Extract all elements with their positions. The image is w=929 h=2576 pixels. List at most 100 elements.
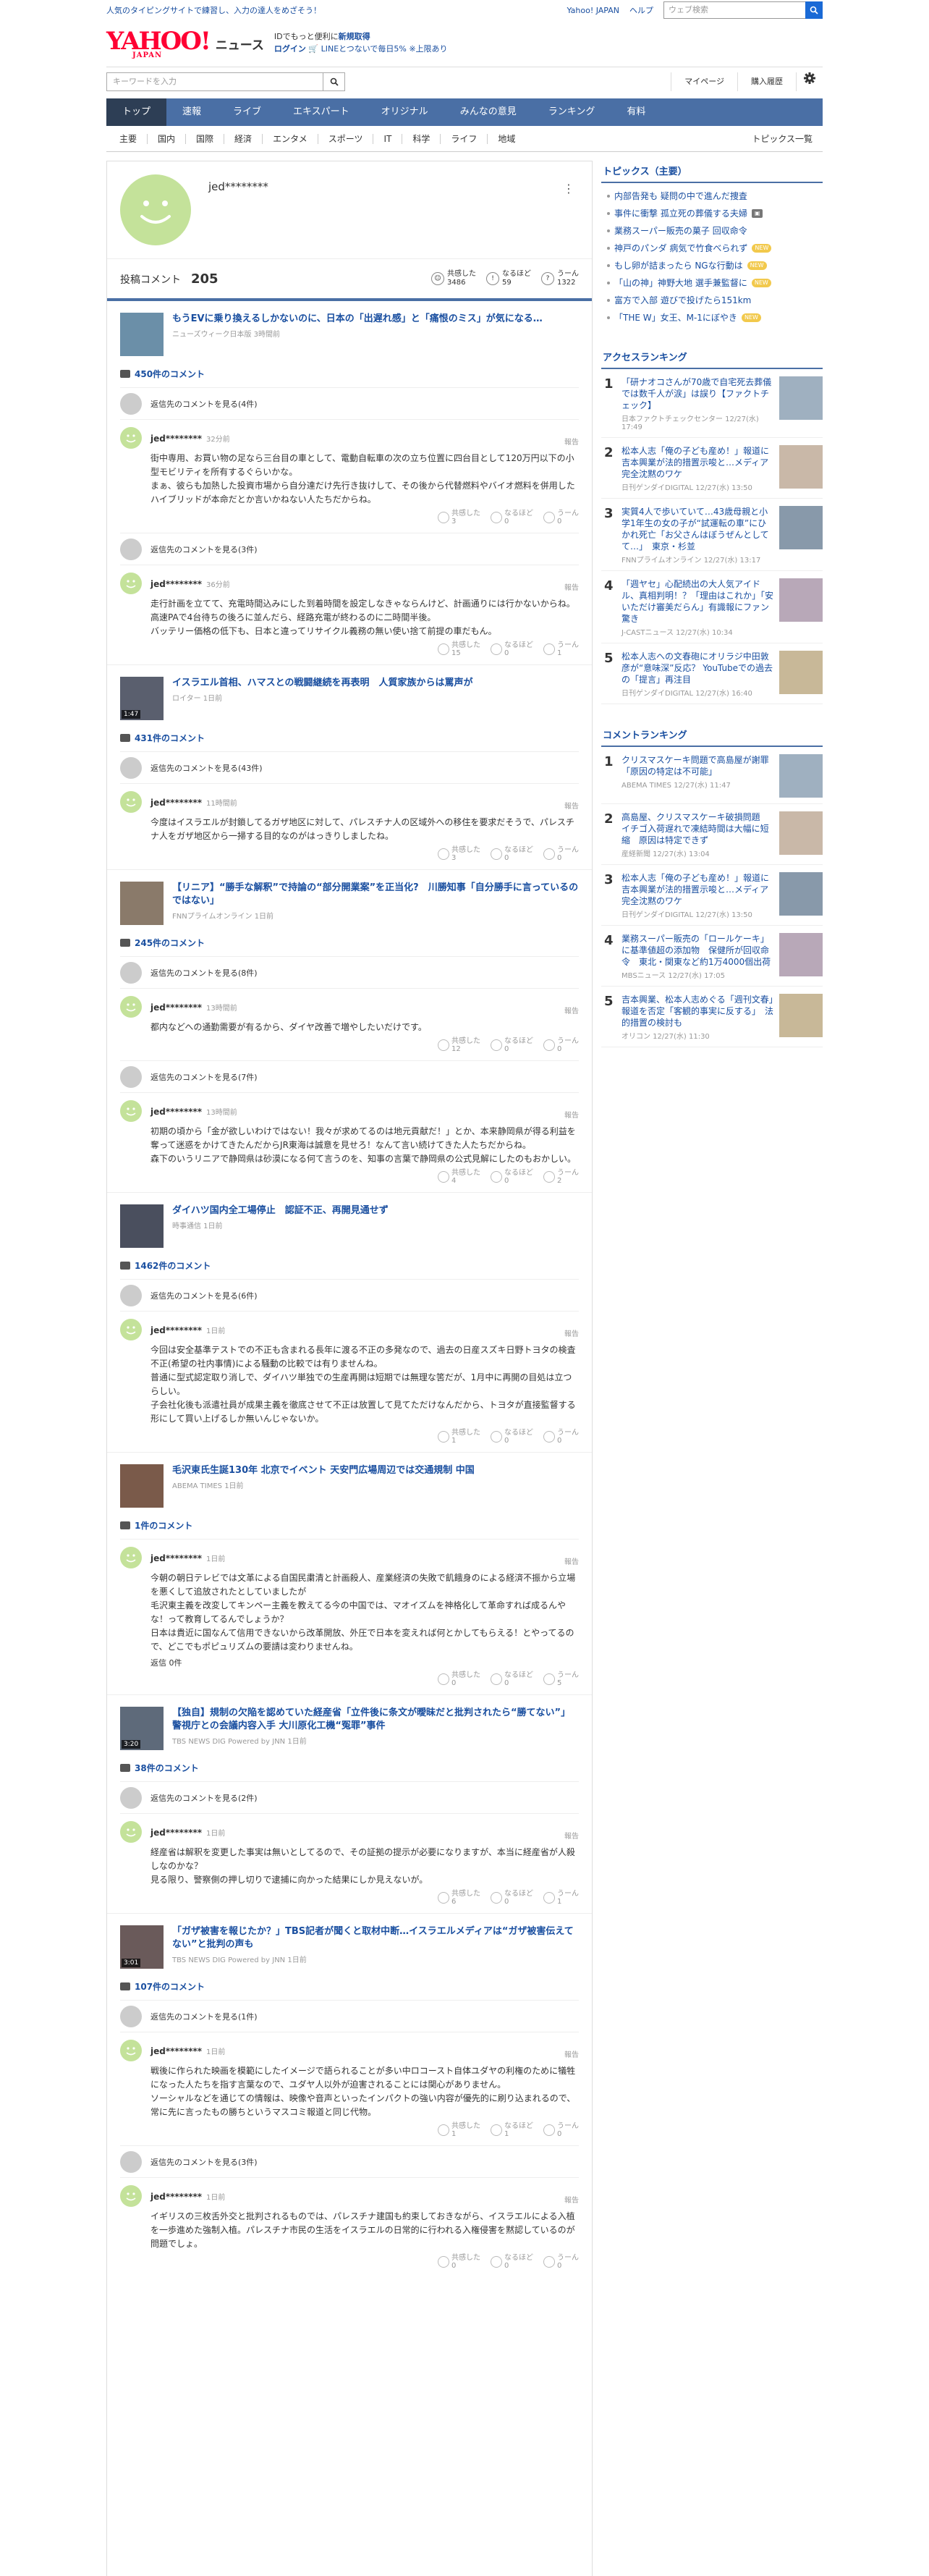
- cat-domestic[interactable]: 国内: [148, 133, 187, 144]
- rank-title[interactable]: 松本人志「俺の子ども産め！」報道に吉本興業が法的措置示唆と…メディア完全沈黙のワ…: [622, 872, 773, 907]
- comment-author[interactable]: jed********: [150, 2046, 202, 2056]
- report-link[interactable]: 報告: [564, 1005, 579, 1015]
- reaction-insight-button[interactable]: なるほど 1: [491, 2122, 533, 2138]
- reaction-hmm-button[interactable]: うーん 0: [543, 846, 579, 862]
- reaction-insight-button[interactable]: なるほど 0: [491, 641, 533, 657]
- reaction-empathy-button[interactable]: 共感した 15: [438, 641, 480, 657]
- article-thumbnail[interactable]: 1:47: [120, 677, 164, 720]
- comment-author[interactable]: jed********: [150, 434, 202, 444]
- report-link[interactable]: 報告: [564, 1555, 579, 1566]
- reaction-empathy-button[interactable]: 共感した 3: [438, 510, 480, 525]
- reply-parent-link[interactable]: 返信先のコメントを見る(3件): [120, 2145, 579, 2177]
- article-title[interactable]: 【リニア】“勝手な解釈”で持論の“部分開業案”を正当化? 川勝知事「自分勝手に言…: [172, 882, 579, 908]
- topic-item[interactable]: 神戸のパンダ 病気で竹食べられず NEW: [607, 240, 823, 257]
- comment-author[interactable]: jed********: [150, 579, 202, 589]
- settings-button[interactable]: [796, 72, 823, 91]
- cat-economy[interactable]: 経済: [224, 133, 263, 144]
- cat-entertainment[interactable]: エンタメ: [263, 133, 318, 144]
- reaction-hmm-button[interactable]: うーん 1: [543, 641, 579, 657]
- gnav-opinion[interactable]: みんなの意見: [444, 98, 533, 126]
- comment-ranking-item[interactable]: 1 クリスマスケーキ問題で高島屋が謝罪「原因の特定は不可能」 ABEMA TIMES…: [601, 747, 823, 804]
- cat-life[interactable]: ライフ: [441, 133, 488, 144]
- rank-title[interactable]: 業務スーパー販売の「ロールケーキ」に基準値超の添加物 保健所が回収命令 東北・関…: [622, 933, 773, 968]
- reaction-empathy-button[interactable]: 共感した 6: [438, 1890, 480, 1906]
- topic-item[interactable]: 「THE W」女王、M-1にぼやき NEW: [607, 309, 823, 326]
- reaction-insight-button[interactable]: なるほど 0: [491, 1671, 533, 1687]
- reply-parent-link[interactable]: 返信先のコメントを見る(2件): [120, 1781, 579, 1813]
- comment-author[interactable]: jed********: [150, 1828, 202, 1838]
- rank-title[interactable]: クリスマスケーキ問題で高島屋が謝罪「原因の特定は不可能」: [622, 754, 773, 777]
- reaction-hmm-button[interactable]: うーん 2: [543, 1169, 579, 1185]
- reaction-empathy-button[interactable]: 共感した 0: [438, 1671, 480, 1687]
- article-title[interactable]: イスラエル首相、ハマスとの戦闘継続を再表明 人質家族からは罵声が: [172, 677, 472, 690]
- rank-title[interactable]: 松本人志への文春砲にオリラジ中田敦彦が“意味深”反応？ YouTubeでの過去の…: [622, 651, 773, 685]
- reaction-empathy-button[interactable]: 共感した 3: [438, 846, 480, 862]
- reaction-insight-button[interactable]: なるほど 0: [491, 1890, 533, 1906]
- signup-link[interactable]: 新規取得: [339, 32, 370, 41]
- comment-ranking-item[interactable]: 3 松本人志「俺の子ども産め！」報道に吉本興業が法的措置示唆と…メディア完全沈黙の…: [601, 865, 823, 926]
- comment-count-link[interactable]: 38件のコメント: [120, 1762, 579, 1774]
- cat-main[interactable]: 主要: [106, 133, 148, 144]
- reaction-hmm-button[interactable]: うーん 0: [543, 1429, 579, 1445]
- yahoo-japan-link[interactable]: Yahoo! JAPAN: [567, 6, 619, 15]
- reply-parent-link[interactable]: 返信先のコメントを見る(7件): [120, 1060, 579, 1092]
- web-search-button[interactable]: [805, 1, 823, 19]
- report-link[interactable]: 報告: [564, 800, 579, 811]
- comment-count-link[interactable]: 1件のコメント: [120, 1519, 579, 1532]
- report-link[interactable]: 報告: [564, 1327, 579, 1338]
- gnav-top[interactable]: トップ: [106, 98, 167, 126]
- cat-international[interactable]: 国際: [186, 133, 225, 144]
- help-link[interactable]: ヘルプ: [629, 4, 653, 16]
- reaction-hmm-button[interactable]: うーん 5: [543, 1671, 579, 1687]
- access-ranking-item[interactable]: 5 松本人志への文春砲にオリラジ中田敦彦が“意味深”反応？ YouTubeでの過去…: [601, 643, 823, 704]
- reaction-empathy-button[interactable]: 共感した 1: [438, 1429, 480, 1445]
- reaction-insight-button[interactable]: なるほど 0: [491, 846, 533, 862]
- article-thumbnail[interactable]: [120, 1464, 164, 1508]
- comment-count-link[interactable]: 1462件のコメント: [120, 1259, 579, 1272]
- topic-item[interactable]: 内部告発も 疑問の中で進んだ捜査: [607, 187, 823, 205]
- comment-ranking-item[interactable]: 5 吉本興業、松本人志めぐる「週刊文春」報道を否定「客観的事実に反する」 法的措置…: [601, 987, 823, 1047]
- topics-list-link[interactable]: トピックス一覧: [752, 132, 823, 145]
- article-thumbnail[interactable]: 3:20: [120, 1707, 164, 1750]
- reaction-insight-button[interactable]: なるほど 0: [491, 510, 533, 525]
- reaction-insight-button[interactable]: なるほど 0: [491, 1037, 533, 1053]
- rank-title[interactable]: 「週ヤセ」心配続出の大人気アイドル、真相判明！？「理由はこれか」「安いただけ審美…: [622, 578, 773, 625]
- typing-promo-link[interactable]: 人気のタイピングサイトで練習し、入力の達人をめざそう！: [106, 4, 321, 16]
- comment-author[interactable]: jed********: [150, 1553, 202, 1563]
- cat-local[interactable]: 地域: [488, 134, 525, 144]
- comment-count-link[interactable]: 450件のコメント: [120, 368, 579, 380]
- reaction-empathy-button[interactable]: 共感した 4: [438, 1169, 480, 1185]
- article-thumbnail[interactable]: [120, 882, 164, 925]
- comment-count-link[interactable]: 245件のコメント: [120, 937, 579, 949]
- access-ranking-item[interactable]: 3 実質4人で歩いていて…43歳母親と小学1年生の女の子が“試運転の車”にひかれ死…: [601, 499, 823, 571]
- reply-parent-link[interactable]: 返信先のコメントを見る(1件): [120, 2000, 579, 2032]
- rank-title[interactable]: 松本人志「俺の子ども産め！」報道に吉本興業が法的措置示唆と…メディア完全沈黙のワ…: [622, 445, 773, 480]
- reply-parent-link[interactable]: 返信先のコメントを見る(43件): [120, 751, 579, 783]
- service-name[interactable]: ニュース: [216, 35, 264, 53]
- comment-author[interactable]: jed********: [150, 1325, 202, 1335]
- reaction-empathy-button[interactable]: 共感した 0: [438, 2254, 480, 2270]
- article-title[interactable]: 毛沢東氏生誕130年 北京でイベント 天安門広場周辺では交通規制 中国: [172, 1464, 475, 1477]
- comment-author[interactable]: jed********: [150, 798, 202, 808]
- keyword-search-button[interactable]: [323, 72, 345, 91]
- report-link[interactable]: 報告: [564, 2194, 579, 2205]
- reply-button[interactable]: 返信 0件: [150, 1657, 579, 1668]
- gnav-expert[interactable]: エキスパート: [277, 98, 365, 126]
- comment-ranking-item[interactable]: 4 業務スーパー販売の「ロールケーキ」に基準値超の添加物 保健所が回収命令 東北・…: [601, 926, 823, 987]
- reply-parent-link[interactable]: 返信先のコメントを見る(3件): [120, 533, 579, 565]
- reply-parent-link[interactable]: 返信先のコメントを見る(6件): [120, 1279, 579, 1311]
- report-link[interactable]: 報告: [564, 1109, 579, 1120]
- cat-sports[interactable]: スポーツ: [318, 133, 374, 144]
- access-ranking-item[interactable]: 4 「週ヤセ」心配続出の大人気アイドル、真相判明！？「理由はこれか」「安いただけ審…: [601, 571, 823, 643]
- comment-count-link[interactable]: 107件のコメント: [120, 1980, 579, 1993]
- gnav-original[interactable]: オリジナル: [365, 98, 444, 126]
- rank-title[interactable]: 高島屋、クリスマスケーキ破損問題 イチゴ入荷遅れで凍結時間は大幅に短縮 原因は特…: [622, 811, 773, 846]
- reaction-insight-button[interactable]: なるほど 0: [491, 1169, 533, 1185]
- article-thumbnail[interactable]: 3:01: [120, 1925, 164, 1969]
- cat-science[interactable]: 科学: [402, 133, 441, 144]
- comment-ranking-item[interactable]: 2 高島屋、クリスマスケーキ破損問題 イチゴ入荷遅れで凍結時間は大幅に短縮 原因は…: [601, 804, 823, 865]
- purchase-history-link[interactable]: 購入履歴: [737, 72, 796, 91]
- yahoo-logo[interactable]: YAHOO! JAPAN: [106, 29, 211, 59]
- access-ranking-item[interactable]: 2 松本人志「俺の子ども産め！」報道に吉本興業が法的措置示唆と…メディア完全沈黙の…: [601, 438, 823, 499]
- gnav-paid[interactable]: 有料: [611, 98, 661, 126]
